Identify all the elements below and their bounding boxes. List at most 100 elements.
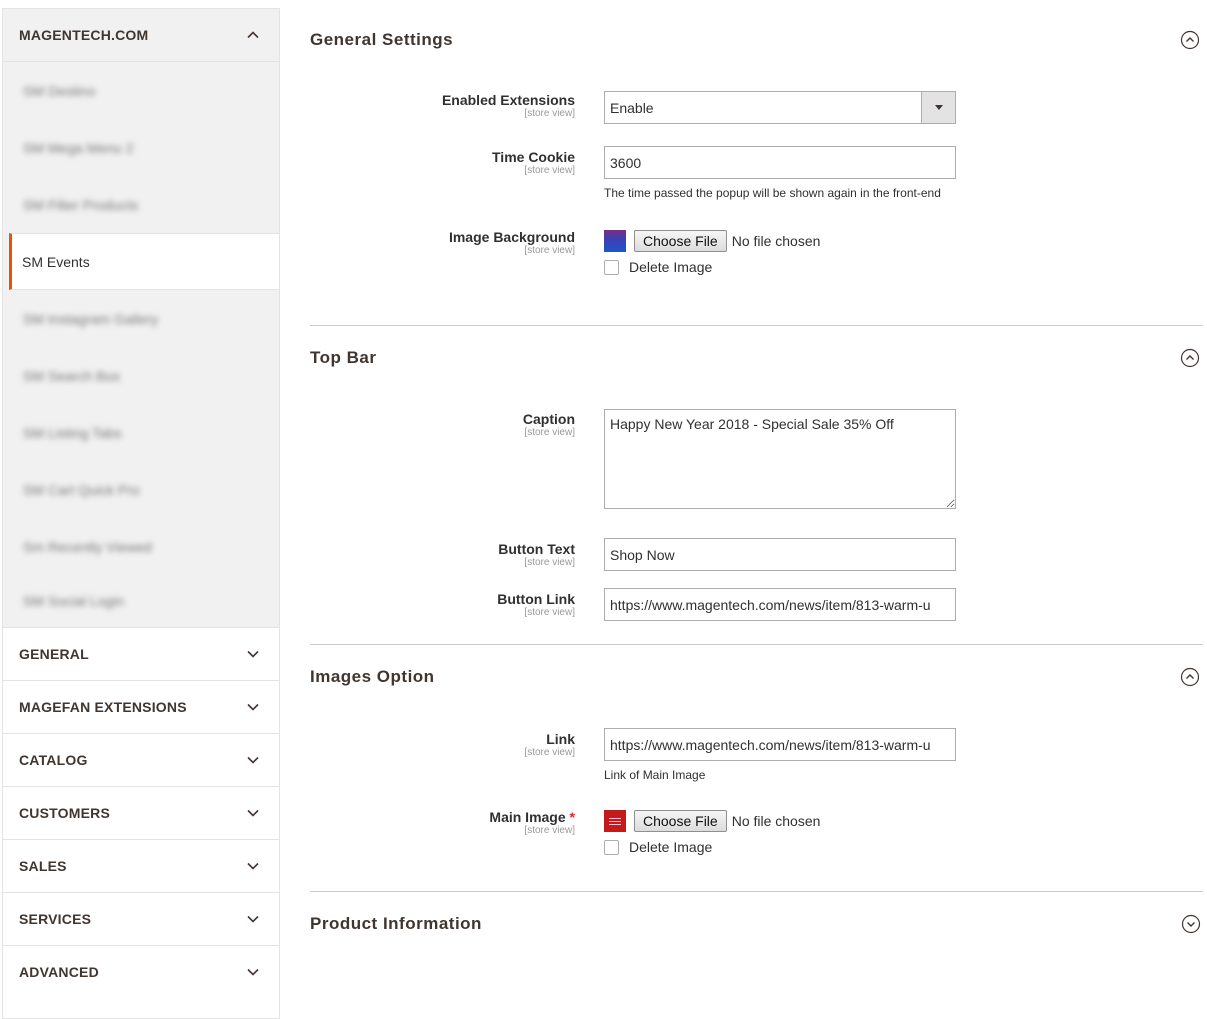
sidebar-group-title: ADVANCED [19, 964, 99, 980]
sidebar-item-sm-cart-quick[interactable]: SM Cart Quick Pro [3, 461, 279, 518]
no-file-text: No file chosen [731, 233, 821, 249]
field-label-text: Image Background [448, 229, 575, 245]
delete-image-option[interactable]: Delete Image [604, 839, 956, 855]
scope-label: [store view] [524, 747, 575, 758]
scope-label: [store view] [524, 108, 575, 119]
sidebar-group-title: GENERAL [19, 646, 89, 662]
config-sidebar: MAGENTECH.COM SM Destino SM Mega Menu 2 … [2, 8, 280, 1019]
sidebar-item-label: SM Social Login [23, 593, 125, 609]
section-title: Product Information [310, 914, 482, 933]
section-images-option: Images Option Link [store view] Link of … [310, 645, 1203, 892]
enabled-extensions-select[interactable]: Enable [604, 91, 956, 124]
field-label: Enabled Extensions [store view] [310, 91, 590, 124]
field-button-link: Button Link [store view] [310, 588, 1203, 621]
field-enabled-extensions: Enabled Extensions [store view] Enable [310, 91, 1203, 124]
sidebar-group-customers[interactable]: CUSTOMERS [3, 786, 279, 839]
button-text-input[interactable] [604, 538, 956, 571]
sidebar-item-label: SM Search Box [23, 367, 121, 384]
field-label: Button Text [store view] [310, 538, 590, 571]
field-label-text: Link [546, 731, 575, 747]
collapse-circle-icon [1180, 348, 1200, 368]
sidebar-item-label: SM Destino [23, 82, 96, 99]
chevron-down-icon [247, 650, 259, 658]
button-link-input[interactable] [604, 588, 956, 621]
sidebar-item-sm-filter-products[interactable]: SM Filter Products [3, 176, 279, 233]
field-label-text: Caption [522, 411, 575, 427]
sidebar-group-services[interactable]: SERVICES [3, 892, 279, 945]
scope-label: [store view] [524, 607, 575, 618]
scope-label: [store view] [524, 245, 575, 256]
sidebar-item-list: SM Destino SM Mega Menu 2 SM Filter Prod… [3, 62, 279, 627]
field-button-text: Button Text [store view] [310, 538, 1203, 571]
sidebar-group-sales[interactable]: SALES [3, 839, 279, 892]
sidebar-section-magentech[interactable]: MAGENTECH.COM [3, 8, 279, 62]
sidebar-item-sm-social-login[interactable]: SM Social Login [3, 575, 279, 627]
chevron-down-icon [247, 915, 259, 923]
section-header-images-option[interactable]: Images Option [310, 645, 1203, 709]
field-label: Main Image * [store view] [310, 809, 590, 855]
link-note: Link of Main Image [604, 768, 706, 782]
field-time-cookie: Time Cookie [store view] The time passed… [310, 146, 1203, 201]
field-label-text: Button Text [498, 541, 575, 557]
image-background-thumbnail[interactable] [604, 230, 626, 252]
sidebar-item-sm-mega-menu[interactable]: SM Mega Menu 2 [3, 119, 279, 176]
file-upload-row: Choose File No file chosen [604, 809, 956, 833]
section-header-top-bar[interactable]: Top Bar [310, 326, 1203, 390]
section-title: General Settings [310, 30, 454, 49]
delete-image-option[interactable]: Delete Image [604, 259, 956, 275]
time-cookie-note: The time passed the popup will be shown … [604, 186, 941, 200]
sidebar-group-magefan[interactable]: MAGEFAN EXTENSIONS [3, 680, 279, 733]
select-value: Enable [610, 99, 654, 116]
sidebar-item-sm-search-box[interactable]: SM Search Box [3, 347, 279, 404]
delete-image-label: Delete Image [629, 839, 713, 855]
main-image-label-text: Main Image [489, 809, 566, 825]
scope-label: [store view] [524, 165, 575, 176]
caption-textarea[interactable]: Happy New Year 2018 - Special Sale 35% O… [604, 409, 956, 509]
field-link: Link [store view] Link of Main Image [310, 728, 1203, 783]
collapse-circle-icon [1180, 667, 1200, 687]
sidebar-item-sm-events[interactable]: SM Events [9, 233, 279, 290]
choose-file-button[interactable]: Choose File [634, 810, 727, 832]
section-product-information: Product Information [310, 892, 1203, 956]
sidebar-group-title: CATALOG [19, 752, 88, 768]
delete-image-checkbox[interactable] [604, 839, 619, 855]
sidebar-group-general[interactable]: GENERAL [3, 627, 279, 680]
chevron-down-icon [247, 703, 259, 711]
section-header-product-information[interactable]: Product Information [310, 892, 1203, 956]
sidebar-item-sm-destino[interactable]: SM Destino [3, 62, 279, 119]
section-title: Images Option [310, 667, 435, 686]
scope-label: [store view] [524, 825, 575, 836]
sidebar-group-title: CUSTOMERS [19, 805, 110, 821]
link-input[interactable] [604, 728, 956, 761]
section-header-general[interactable]: General Settings [310, 0, 1203, 80]
chevron-down-icon [247, 968, 259, 976]
sidebar-item-label: SM Filter Products [23, 196, 139, 213]
sidebar-item-label: SM Mega Menu 2 [23, 139, 134, 156]
sidebar-item-label: SM Listing Tabs [23, 424, 122, 441]
sidebar-group-title: SALES [19, 858, 67, 874]
sidebar-item-sm-recently-viewed[interactable]: Sm Recently Viewed [3, 518, 279, 575]
sidebar-item-label: SM Events [22, 253, 90, 270]
scope-label: [store view] [524, 557, 575, 568]
field-label: Caption [store view] [310, 409, 590, 514]
field-label: Image Background [store view] [310, 229, 590, 275]
delete-image-checkbox[interactable] [604, 259, 619, 275]
section-title: Top Bar [310, 348, 377, 367]
main-image-thumbnail[interactable] [604, 810, 626, 832]
sidebar-item-sm-instagram[interactable]: SM Instagram Gallery [3, 290, 279, 347]
delete-image-label: Delete Image [629, 259, 713, 275]
sidebar-group-title: MAGEFAN EXTENSIONS [19, 699, 187, 715]
sidebar-item-label: SM Cart Quick Pro [23, 481, 140, 498]
scope-label: [store view] [524, 427, 575, 438]
sidebar-item-sm-listing-tabs[interactable]: SM Listing Tabs [3, 404, 279, 461]
sidebar-section-title: MAGENTECH.COM [19, 27, 149, 43]
section-general-settings: General Settings Enabled Extensions [sto… [310, 0, 1203, 326]
sidebar-group-catalog[interactable]: CATALOG [3, 733, 279, 786]
field-label: Link [store view] [310, 728, 590, 783]
time-cookie-input[interactable] [604, 146, 956, 179]
choose-file-button[interactable]: Choose File [634, 230, 727, 252]
section-top-bar: Top Bar Caption [store view] Happy New Y… [310, 326, 1203, 645]
sidebar-group-advanced[interactable]: ADVANCED [3, 945, 279, 998]
config-main: General Settings Enabled Extensions [sto… [310, 0, 1203, 956]
collapse-circle-icon [1180, 30, 1200, 50]
